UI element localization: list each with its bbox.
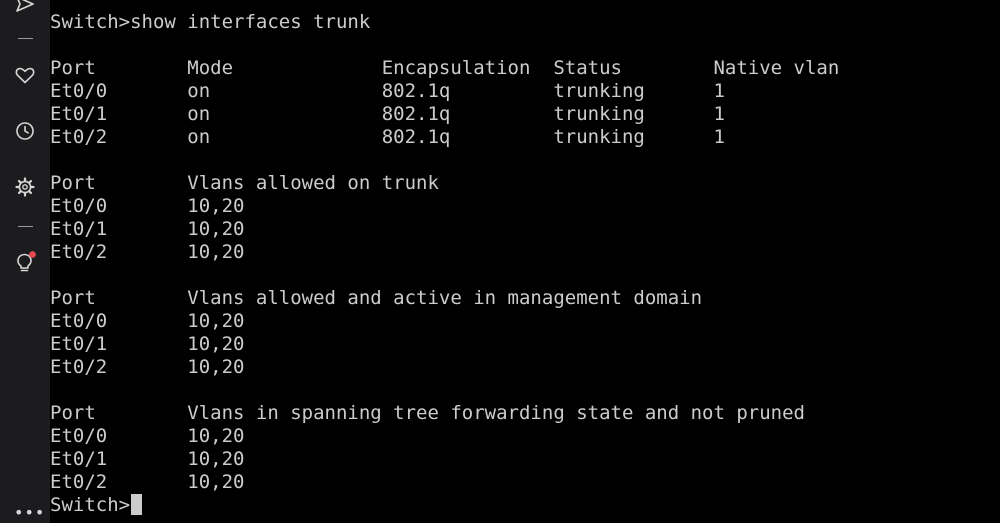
send-icon[interactable] [13, 0, 37, 16]
terminal-line: Et0/0 10,20 [50, 195, 245, 217]
terminal-line: Et0/1 10,20 [50, 218, 245, 240]
terminal-prompt-line[interactable]: Switch> [50, 494, 143, 517]
terminal-line: Switch>show interfaces trunk [50, 11, 371, 33]
gear-icon[interactable] [13, 175, 37, 199]
sidebar-divider [18, 226, 33, 227]
terminal-line: Et0/2 10,20 [50, 356, 245, 378]
terminal-line: Et0/2 on 802.1q trunking 1 [50, 126, 725, 148]
terminal-line: Et0/1 10,20 [50, 448, 245, 470]
heart-icon[interactable] [13, 63, 37, 87]
terminal-line: Et0/0 10,20 [50, 425, 245, 447]
more-icon[interactable]: ••• [14, 503, 44, 523]
clock-icon[interactable] [13, 119, 37, 143]
terminal-output[interactable]: Switch>show interfaces trunk Port Mode E… [50, 0, 1000, 523]
notification-dot [29, 251, 36, 258]
terminal-line: Port Vlans in spanning tree forwarding s… [50, 402, 805, 424]
terminal-line: Et0/0 on 802.1q trunking 1 [50, 80, 725, 102]
terminal-line: Port Vlans allowed on trunk [50, 172, 439, 194]
terminal-line: Et0/1 10,20 [50, 333, 245, 355]
terminal-prompt: Switch> [50, 494, 131, 516]
terminal-line: Et0/2 10,20 [50, 241, 245, 263]
terminal-line: Port Mode Encapsulation Status Native vl… [50, 57, 840, 79]
app-window: ••• Switch>show interfaces trunk Port Mo… [0, 0, 1000, 523]
terminal-line: Et0/0 10,20 [50, 310, 245, 332]
terminal-line: Port Vlans allowed and active in managem… [50, 287, 703, 309]
lightbulb-icon[interactable] [13, 251, 37, 275]
terminal-line: Et0/1 on 802.1q trunking 1 [50, 103, 725, 125]
text-cursor [131, 494, 143, 515]
sidebar: ••• [0, 0, 50, 523]
sidebar-divider [18, 38, 33, 39]
terminal-line: Et0/2 10,20 [50, 471, 245, 493]
